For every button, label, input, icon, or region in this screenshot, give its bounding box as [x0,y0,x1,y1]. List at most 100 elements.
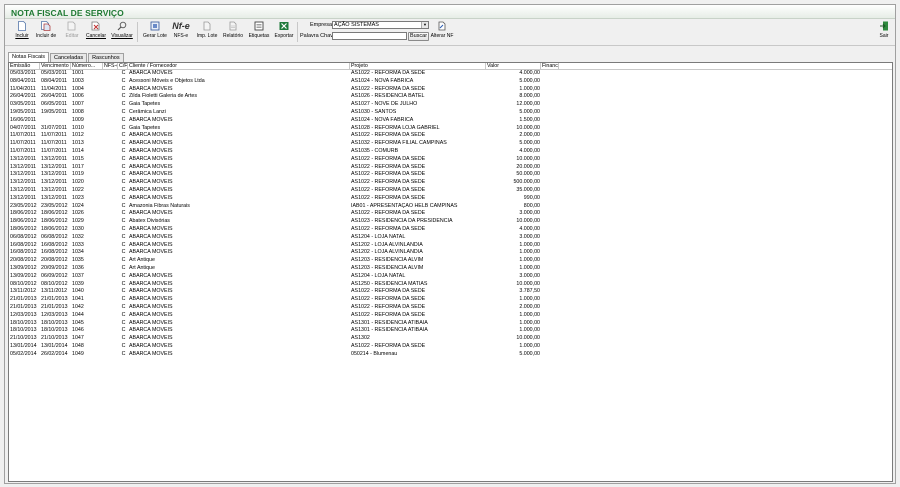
table-row[interactable]: 21/10/2013 21/10/2013 1047 C ABARCA MÓVEIS AS… [9,335,892,343]
column-header[interactable]: Valor [486,63,541,69]
table-cell: Cerâmica Lanzi [129,108,166,115]
table-row[interactable]: 19/05/2011 19/05/2011 1008 C Cerâmica Lanzi A… [9,109,892,117]
table-row[interactable]: 13/12/2011 13/12/2011 1017 C ABARCA MÓVEIS AS… [9,164,892,172]
gerar-lote-button[interactable]: Gerar Lote [142,21,168,39]
table-row[interactable]: 18/06/2012 18/06/2012 1030 C ABARCA MÓVEIS AS… [9,226,892,234]
chevron-down-icon[interactable]: ▼ [421,22,428,28]
table-row[interactable]: 18/06/2012 18/06/2012 1029 C Abatex Divisóri… [9,218,892,226]
visualizar-button[interactable]: Visualizar [109,21,135,39]
table-row[interactable]: 20/08/2012 20/08/2012 1035 C Art Antique AS12… [9,257,892,265]
table-cell: AS1032 - REFORMA FILIAL CAMPINAS [351,140,447,147]
table-row[interactable]: 13/01/2014 13/01/2014 1048 C ABARCA MÓVEIS AS… [9,343,892,351]
table-row[interactable]: 11/07/2011 11/07/2011 1014 C ABARCA MÓVEIS AS… [9,148,892,156]
table-cell: ABARCA MÓVEIS [129,140,173,147]
table-row[interactable]: 18/06/2012 18/06/2012 1026 C ABARCA MÓVEIS AS… [9,210,892,218]
column-header[interactable]: Cliente / Fornecedor [128,63,350,69]
table-row[interactable]: 23/05/2012 23/05/2012 1024 C Amazonia Fibras… [9,203,892,211]
table-row[interactable]: 08/04/2011 08/04/2011 1003 C Acessoni Móveis… [9,78,892,86]
palavra-chave-input[interactable] [332,32,407,40]
excel-export-icon [279,22,289,30]
table-cell: ABARCA MÓVEIS [129,225,173,232]
table-row[interactable]: 04/07/2011 31/07/2011 1010 C Gaia Tapetes AS1… [9,125,892,133]
table-row[interactable]: 11/04/2011 11/04/2011 1004 C ABARCA MÓVEIS AS… [9,86,892,94]
table-row[interactable]: 21/01/2013 21/01/2013 1042 C ABARCA MÓVEIS AS… [9,304,892,312]
table-cell [103,164,118,172]
table-cell: 1024 [72,202,84,209]
table-row[interactable]: 08/10/2012 08/10/2012 1039 C ABARCA MÓVEIS AS… [9,281,892,289]
table-row[interactable]: 13/11/2012 13/11/2012 1040 C ABARCA MÓVEIS AS… [9,288,892,296]
table-row[interactable]: 18/10/2013 18/10/2013 1045 C ABARCA MÓVEIS AS… [9,320,892,328]
table-cell [103,312,118,320]
table-cell: AS1202 - LOJA ALVINLANDIA [351,241,423,248]
table-cell: C [121,233,126,240]
tab-notas-fiscais[interactable]: Notas Fiscais [8,52,50,62]
table-row[interactable]: 11/07/2011 11/07/2011 1013 C ABARCA MÓVEIS AS… [9,140,892,148]
tab-canceladas[interactable]: Canceladas [50,53,88,62]
table-row[interactable]: 13/12/2011 13/12/2011 1019 C ABARCA MÓVEIS AS… [9,171,892,179]
table-row[interactable]: 11/07/2011 11/07/2011 1012 C ABARCA MÓVEIS AS… [9,132,892,140]
table-cell [541,195,559,203]
table-row[interactable]: 05/02/2014 26/02/2014 1049 C ABARCA MÓVEIS 05… [9,351,892,359]
table-cell: AS1022 - REFORMA DA SEDE [351,342,426,349]
table-row[interactable]: 13/09/2012 20/09/2012 1036 C Art Antique AS12… [9,265,892,273]
table-row[interactable]: 16/08/2012 16/08/2012 1034 C ABARCA MÓVEIS AS… [9,249,892,257]
cancelar-button[interactable]: Cancelar [83,21,109,39]
etiquetas-button[interactable]: Etiquetas [246,21,272,39]
table-row[interactable]: 16/06/2011 1009 C ABARCA MÓVEIS AS1024 - NOV… [9,117,892,125]
tab-rascunhos[interactable]: Rascunhos [88,53,124,62]
incluir-button[interactable]: Incluir [9,21,35,39]
empresa-select[interactable]: AÇÃO SISTEMAS ▼ [332,21,429,29]
table-row[interactable]: 16/08/2012 16/08/2012 1033 C ABARCA MÓVEIS AS… [9,242,892,250]
column-header[interactable]: Número... [71,63,103,69]
table-cell: 800,00 [523,202,540,209]
alterar-nf-button[interactable]: Alterar NF [429,21,455,39]
editar-button[interactable]: Editar [59,21,85,39]
new-document-icon [18,21,26,31]
column-header[interactable]: Vencimento [40,63,71,69]
table-row[interactable]: 03/05/2011 06/05/2011 1007 C Gaia Tapetes AS1… [9,101,892,109]
table-cell: 05/02/2014 [10,350,37,357]
exportar-button[interactable]: Exportar [271,21,297,39]
table-cell: 1014 [72,147,84,154]
table-row[interactable]: 13/12/2011 13/12/2011 1020 C ABARCA MÓVEIS AS… [9,179,892,187]
imp-lote-button[interactable]: Imp. Lote [194,21,220,39]
table-cell: AS1204 - LOJA NATAL [351,272,406,279]
table-row[interactable]: 06/08/2012 06/08/2012 1032 C ABARCA MÓVEIS AS… [9,234,892,242]
nfse-button[interactable]: Nf-e NFS-e [168,21,194,39]
table-row[interactable]: 12/03/2013 12/03/2013 1044 C ABARCA MÓVEIS AS… [9,312,892,320]
column-header[interactable]: Projeto [350,63,486,69]
table-cell: 16/08/2012 [41,241,68,248]
table-cell: 1040 [72,288,84,295]
table-cell [103,249,118,257]
sair-button[interactable]: Sair [871,21,897,39]
table-cell: Amazonia Fibras Naturais [129,202,190,209]
column-header[interactable]: Financ [541,63,559,69]
table-cell: 13/12/2011 [10,194,37,201]
buscar-button[interactable]: Buscar [408,31,429,41]
notas-fiscais-grid[interactable]: Emissão Vencimento Número... NFS-e C/F Client… [8,62,893,482]
column-header[interactable]: Emissão [9,63,40,69]
column-header[interactable]: C/F [118,63,128,69]
table-row[interactable]: 05/03/2011 05/03/2011 1001 C ABARCA MÓVEIS AS… [9,70,892,78]
column-header[interactable]: NFS-e [103,63,118,69]
table-cell: 12/03/2013 [10,311,37,318]
table-cell: 18/10/2013 [41,327,68,334]
table-cell [103,132,118,140]
table-cell: Gaia Tapetes [129,124,161,131]
incluir-de-button[interactable]: Incluir de [33,21,59,39]
table-row[interactable]: 26/04/2011 26/04/2011 1006 C Zilda Fioletti … [9,93,892,101]
table-cell: 11/07/2011 [41,140,67,147]
table-row[interactable]: 13/12/2011 13/12/2011 1023 C ABARCA MÓVEIS AS… [9,195,892,203]
table-row[interactable]: 13/09/2012 06/09/2012 1037 C ABARCA MÓVEIS AS… [9,273,892,281]
table-row[interactable]: 13/12/2011 13/12/2011 1015 C ABARCA MÓVEIS AS… [9,156,892,164]
table-row[interactable]: 18/10/2013 18/10/2013 1046 C ABARCA MÓVEIS AS… [9,327,892,335]
table-cell: 2.000,00 [519,303,540,310]
table-row[interactable]: 13/12/2011 13/12/2011 1022 C ABARCA MÓVEIS AS… [9,187,892,195]
table-cell [103,195,118,203]
relatorio-button[interactable]: Relatório [220,21,246,39]
table-row[interactable]: 21/01/2013 21/01/2013 1041 C ABARCA MÓVEIS AS… [9,296,892,304]
table-cell: Acessoni Móveis e Objetos Ltda [129,77,205,84]
table-cell: 1034 [72,249,84,256]
table-cell: 1004 [72,85,84,92]
table-cell [541,140,559,148]
